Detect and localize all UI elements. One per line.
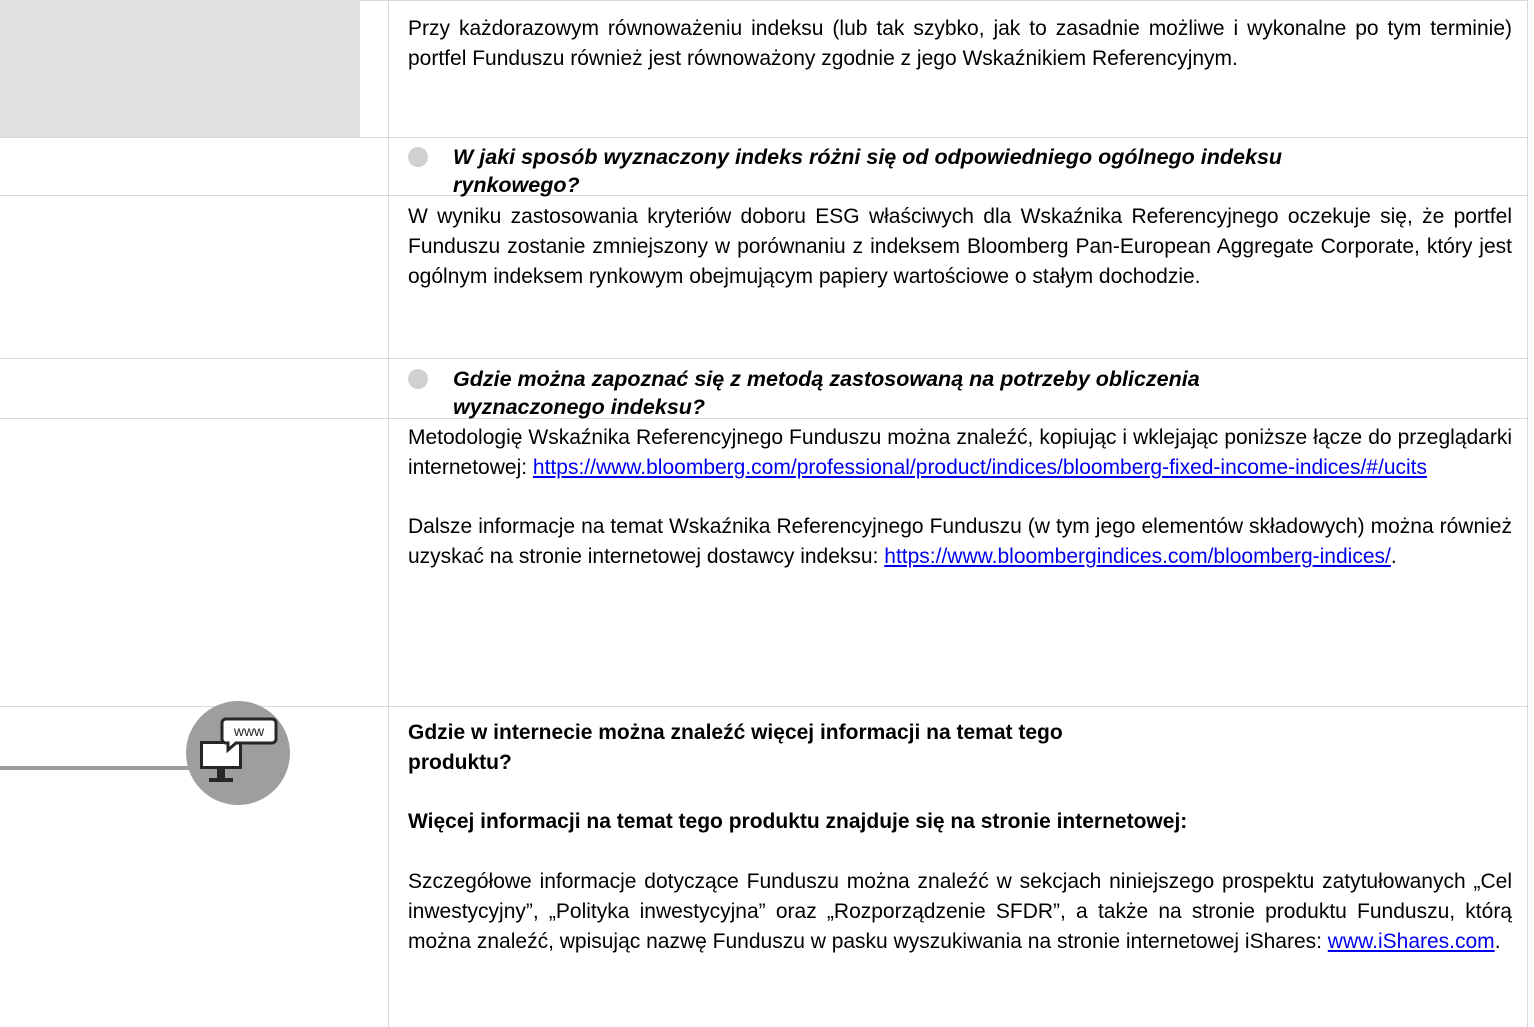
methodology-paragraph: Metodologię Wskaźnika Referencyjnego Fun…	[408, 423, 1512, 483]
www-monitor-icon: www	[186, 701, 290, 805]
question-line-1: W jaki sposób wyznaczony indeks różni si…	[453, 145, 1283, 169]
question-index-difference: W jaki sposób wyznaczony indeks różni si…	[408, 143, 1512, 199]
column-divider	[388, 0, 389, 1027]
question-line-2: wyznaczonego indeksu?	[453, 395, 706, 419]
link-suffix: .	[1494, 930, 1501, 953]
bullet-icon	[408, 147, 428, 167]
heading-line-1: Gdzie w internecie można znaleźć więcej …	[408, 721, 1063, 744]
rebalancing-text: Przy każdorazowym równoważeniu indeksu (…	[408, 14, 1512, 74]
ishares-link[interactable]: www.iShares.com	[1328, 930, 1495, 953]
more-info-heading: Gdzie w internecie można znaleźć więcej …	[408, 718, 1512, 778]
row-divider	[0, 137, 1528, 138]
monitor-icon: www	[200, 717, 278, 782]
rebalancing-paragraph: Przy każdorazowym równoważeniu indeksu (…	[408, 17, 1512, 70]
bullet-icon	[408, 369, 428, 389]
more-info-body: Szczegółowe informacje dotyczące Fundusz…	[408, 867, 1512, 957]
bloomberg-ucits-link[interactable]: https://www.bloomberg.com/professional/p…	[533, 456, 1427, 479]
question-line-2: rynkowego?	[453, 173, 580, 197]
methodology-text: Metodologię Wskaźnika Referencyjnego Fun…	[408, 423, 1512, 572]
right-border	[1527, 0, 1528, 1027]
esg-paragraph: W wyniku zastosowania kryteriów doboru E…	[408, 205, 1512, 288]
row-divider	[0, 358, 1528, 359]
subheading-text: Więcej informacji na temat tego produktu…	[408, 810, 1188, 833]
top-border	[360, 0, 1528, 1]
heading-line-2: produktu?	[408, 751, 512, 774]
link-suffix: .	[1390, 545, 1397, 568]
index-provider-paragraph: Dalsze informacje na temat Wskaźnika Ref…	[408, 512, 1512, 572]
more-info-subheading: Więcej informacji na temat tego produktu…	[408, 807, 1512, 837]
esg-criteria-text: W wyniku zastosowania kryteriów doboru E…	[408, 202, 1512, 292]
body-paragraph: Szczegółowe informacje dotyczące Fundusz…	[408, 867, 1512, 957]
question-methodology: Gdzie można zapoznać się z metodą zastos…	[408, 365, 1512, 421]
left-gray-block	[0, 0, 360, 137]
icon-connector-line	[0, 766, 200, 770]
question-line-1: Gdzie można zapoznać się z metodą zastos…	[453, 367, 1200, 391]
www-label: www	[233, 723, 265, 739]
bloomberg-indices-link[interactable]: https://www.bloombergindices.com/bloombe…	[884, 545, 1391, 568]
